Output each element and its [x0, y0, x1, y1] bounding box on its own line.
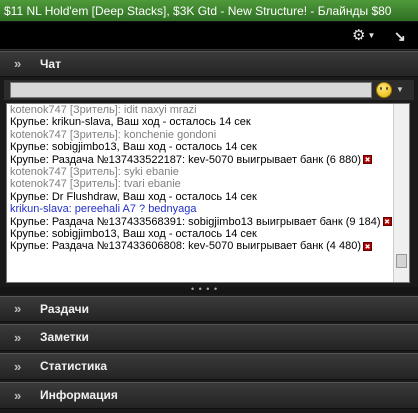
panel-statistics[interactable]: » Статистика: [0, 353, 418, 380]
panel-label: Информация: [40, 388, 118, 402]
chevron-down-icon[interactable]: ▼: [396, 83, 404, 97]
window-title: $11 NL Hold'em [Deep Stacks], $3K Gtd - …: [0, 0, 418, 22]
chat-input-row: ▼: [4, 80, 414, 100]
chat-message-text: Крупье: sobigjimbo13, Ваш ход - осталось…: [10, 228, 257, 241]
chat-message-text: kotenok747 [Зритель]: konchenie gondoni: [10, 128, 217, 141]
expand-chevron-icon: »: [14, 301, 22, 316]
hand-history-icon[interactable]: ✖: [382, 217, 392, 227]
chat-message: kotenok747 [Зритель]: syki ebanie: [10, 166, 393, 178]
expand-chevron-icon: »: [14, 388, 22, 403]
scrollbar-thumb[interactable]: [396, 254, 407, 268]
chat-message: Крупье: krikun-slava, Ваш ход - осталось…: [10, 116, 393, 128]
chat-panel-header[interactable]: » Чат: [0, 51, 418, 77]
panel-label: Раздачи: [40, 302, 89, 316]
expand-chevron-icon: »: [14, 359, 22, 374]
expand-chevron-icon: »: [14, 330, 22, 345]
chat-message: kotenok747 [Зритель]: idit naxyi mrazi: [10, 104, 393, 116]
panel-hands[interactable]: » Раздачи: [0, 296, 418, 322]
panel-label: Заметки: [40, 330, 89, 344]
chat-message: kotenok747 [Зритель]: konchenie gondoni: [10, 129, 393, 141]
chat-message-text: Крупье: Раздача №137433568391: sobigjimb…: [10, 215, 381, 228]
panel-information[interactable]: » Информация: [0, 382, 418, 409]
chat-message: Крупье: Раздача №137433568391: sobigjimb…: [10, 216, 393, 228]
chat-message: Крупье: Раздача №137433522187: kev-5070 …: [10, 154, 393, 166]
chat-message-text: kotenok747 [Зритель]: syki ebanie: [10, 166, 179, 179]
chat-scrollbar[interactable]: [393, 104, 409, 282]
panel-label: Статистика: [40, 359, 108, 373]
popout-arrow-icon[interactable]: ↘: [394, 28, 408, 44]
chat-message-text: kotenok747 [Зритель]: tvari ebanie: [10, 178, 181, 191]
chat-message-text: Крупье: sobigjimbo13, Ваш ход - осталось…: [10, 141, 257, 154]
chat-message: krikun-slava: pereehali A7 ? bednyaga: [10, 203, 393, 215]
chat-message: Крупье: sobigjimbo13, Ваш ход - осталось…: [10, 141, 393, 153]
top-toolbar: ⚙ ▼ ↘: [0, 22, 418, 50]
smiley-icon[interactable]: [376, 82, 392, 98]
chat-message: kotenok747 [Зритель]: tvari ebanie: [10, 178, 393, 190]
chat-log: kotenok747 [Зритель]: idit naxyi mrazi Кр…: [6, 103, 410, 283]
hand-history-icon[interactable]: ✖: [363, 155, 372, 165]
chevron-down-icon: ▼: [367, 31, 376, 41]
collapse-chevron-icon: »: [14, 56, 22, 71]
chat-message-text: Крупье: krikun-slava, Ваш ход - осталось…: [10, 116, 251, 129]
chat-message-text: Крупье: Раздача №137433606808: kev-5070 …: [10, 240, 361, 253]
gear-icon[interactable]: ⚙ ▼: [352, 28, 378, 44]
chat-input[interactable]: [10, 82, 372, 98]
chat-message: Крупье: Раздача №137433606808: kev-5070 …: [10, 240, 393, 252]
panel-notes[interactable]: » Заметки: [0, 324, 418, 351]
hand-history-icon[interactable]: ✖: [363, 242, 372, 252]
chat-message-text: kotenok747 [Зритель]: idit naxyi mrazi: [10, 104, 197, 116]
chat-messages: kotenok747 [Зритель]: idit naxyi mrazi Кр…: [7, 104, 393, 282]
grip-dots-icon: • • • •: [191, 284, 219, 294]
chat-title: Чат: [40, 57, 61, 71]
chat-message-text: Крупье: Dr Flushdraw, Ваш ход - осталось…: [10, 190, 257, 203]
chat-message: Крупье: Dr Flushdraw, Ваш ход - осталось…: [10, 191, 393, 203]
chat-message-text: Крупье: Раздача №137433522187: kev-5070 …: [10, 153, 361, 166]
chat-message: Крупье: sobigjimbo13, Ваш ход - осталось…: [10, 228, 393, 240]
resize-handle[interactable]: • • • •: [0, 284, 418, 294]
chat-message-text: krikun-slava: pereehali A7 ? bednyaga: [10, 203, 197, 216]
